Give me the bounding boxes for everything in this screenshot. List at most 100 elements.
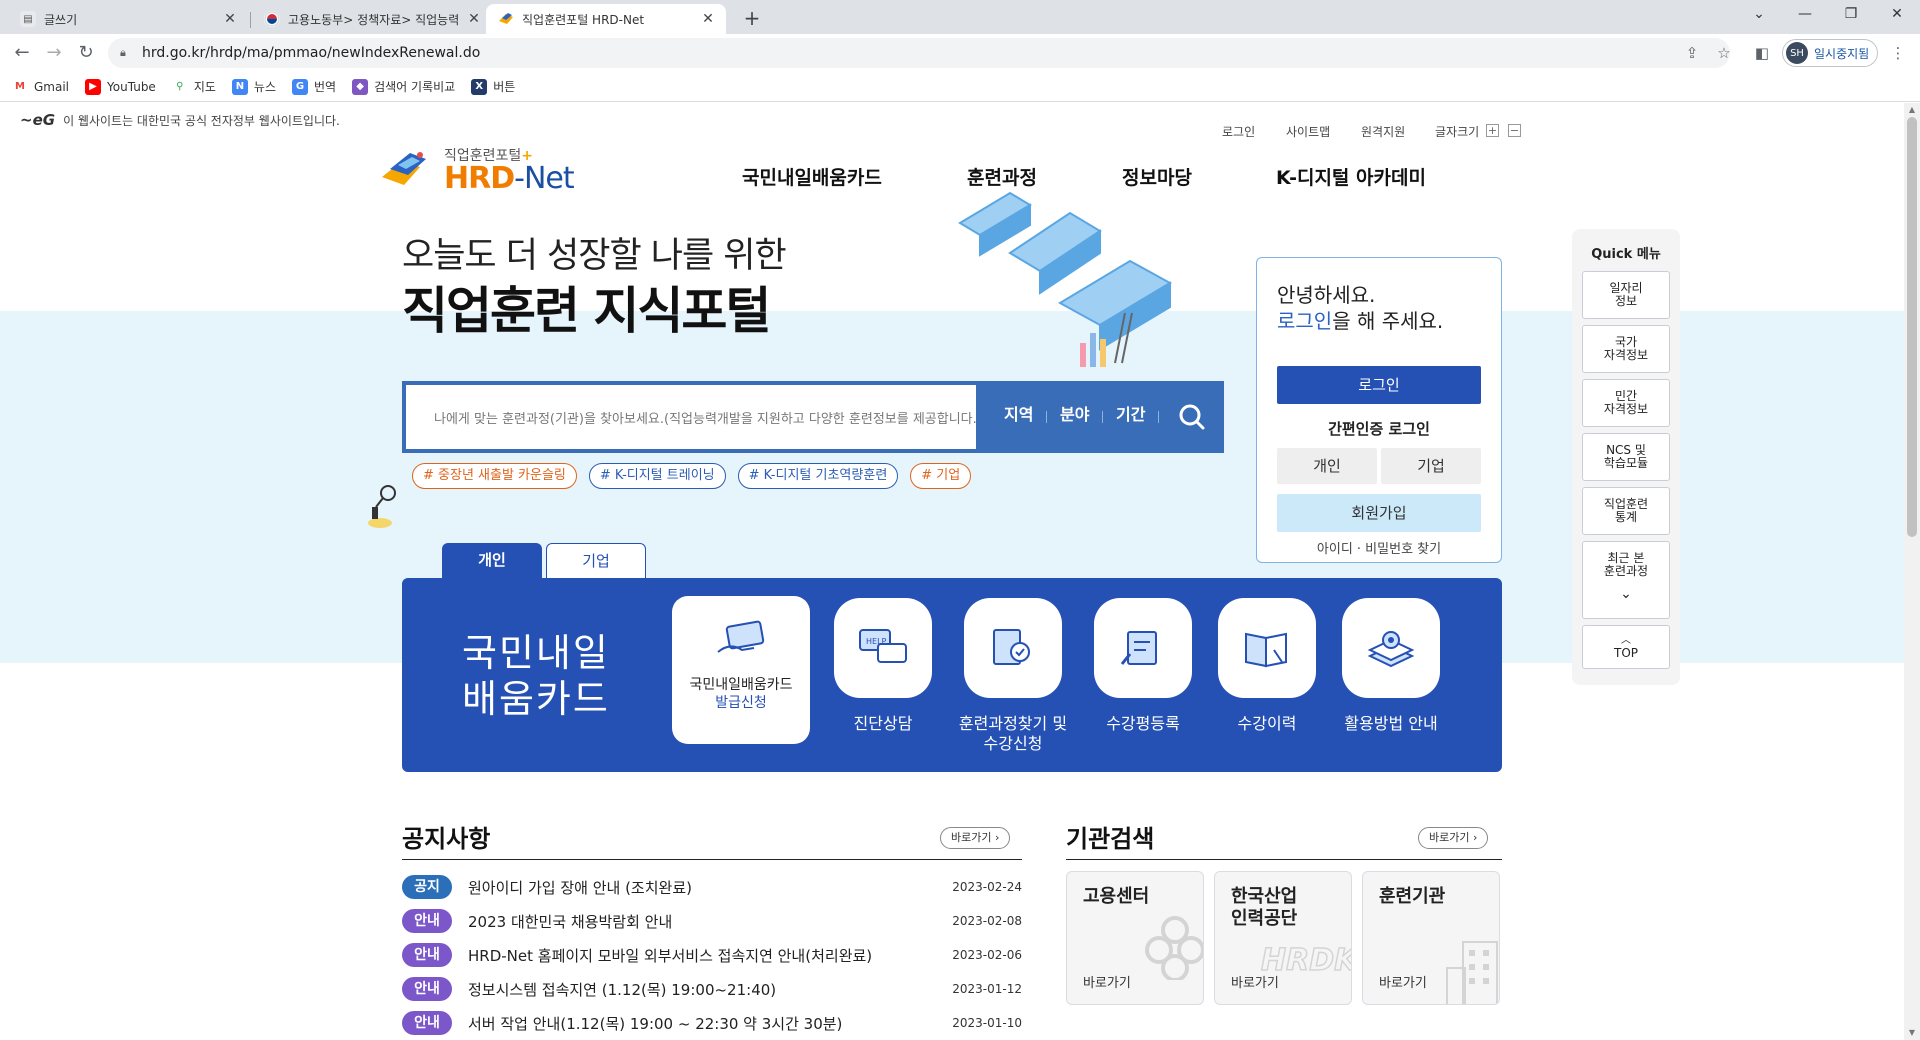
- notice-text: 정보시스템 접속지연 (1.12(목) 19:00~21:40): [468, 980, 777, 999]
- quick-training-stats[interactable]: 직업훈련 통계: [1582, 487, 1670, 535]
- quick-job-info[interactable]: 일자리 정보: [1582, 271, 1670, 319]
- search-input[interactable]: 나에게 맞는 훈련과정(기관)을 찾아보세요.(직업능력개발을 지원하고 다양한…: [406, 385, 976, 449]
- scroll-up-icon[interactable]: ▲: [1904, 103, 1920, 117]
- bookmark-gmail[interactable]: M Gmail: [12, 78, 69, 95]
- translate-icon: G: [292, 78, 308, 95]
- chevron-right-icon: ›: [994, 831, 1000, 844]
- join-button[interactable]: 회원가입: [1277, 494, 1481, 532]
- notice-badge: 안내: [402, 909, 452, 933]
- notice-date: 2023-01-12: [952, 982, 1022, 996]
- hashtag-item[interactable]: # 중장년 새출발 카운슬링: [412, 463, 577, 489]
- login-link[interactable]: 로그인: [1277, 309, 1332, 333]
- share-icon[interactable]: ⇪: [1682, 43, 1702, 63]
- quick-ncs-module[interactable]: NCS 및 학습모듈: [1582, 433, 1670, 481]
- quick-menu: Quick 메뉴 일자리 정보 국가 자격정보 민간 자격정보 NCS 및 학습…: [1572, 229, 1680, 685]
- close-icon[interactable]: ✕: [222, 11, 238, 27]
- close-icon[interactable]: ✕: [466, 11, 482, 27]
- scroll-down-icon[interactable]: ▼: [1904, 1026, 1920, 1040]
- org-name: 고용센터: [1083, 886, 1150, 907]
- service-consult-button[interactable]: HELP: [834, 598, 932, 698]
- search-region-chip[interactable]: 지역: [1004, 401, 1033, 425]
- card-issue-button[interactable]: 국민내일배움카드 발급신청: [672, 596, 810, 744]
- scroll-thumb[interactable]: [1907, 117, 1917, 537]
- tab-blog[interactable]: ▤ 글쓰기 ✕: [8, 4, 248, 34]
- notice-row[interactable]: 안내 서버 작업 안내(1.12(목) 19:00 ~ 22:30 약 3시간 …: [402, 1011, 1022, 1035]
- profile-button[interactable]: SH 일시중지됨: [1782, 39, 1878, 67]
- window-close-icon[interactable]: ✕: [1874, 0, 1920, 30]
- open-book-icon: [1245, 632, 1287, 668]
- bookmark-search-compare[interactable]: ◆ 검색어 기록비교: [352, 78, 455, 95]
- org-search-more-button[interactable]: 바로가기 ›: [1418, 827, 1489, 849]
- bookmark-star-icon[interactable]: ☆: [1714, 43, 1734, 63]
- notice-row[interactable]: 안내 2023 대한민국 채용박람회 안내 2023-02-08: [402, 909, 1022, 933]
- side-panel-icon[interactable]: ◧: [1752, 43, 1772, 63]
- restore-icon[interactable]: ❐: [1828, 0, 1874, 30]
- naeil-card-panel: 국민내일 배움카드 국민내일배움카드 발급신청 HELP 진단상담 훈련과정찾기…: [402, 578, 1502, 772]
- new-tab-button[interactable]: +: [738, 6, 766, 30]
- gnb-naeil-card[interactable]: 국민내일배움카드: [742, 163, 882, 190]
- tab-search-icon[interactable]: ⌄: [1736, 0, 1782, 30]
- hashtag-item[interactable]: # K-디지털 기초역량훈련: [737, 463, 899, 489]
- tab-personal[interactable]: 개인: [442, 543, 542, 580]
- minimize-icon[interactable]: —: [1782, 0, 1828, 30]
- hashtag-item[interactable]: # 기업: [910, 463, 972, 489]
- tab-moel[interactable]: 고용노동부> 정책자료> 직업능력 ✕: [252, 4, 492, 34]
- bookmark-button[interactable]: X 버튼: [471, 78, 515, 95]
- org-training-institute-card[interactable]: 훈련기관 바로가기: [1362, 871, 1500, 1005]
- font-increase-button[interactable]: +: [1486, 124, 1499, 137]
- search-field-chip[interactable]: 분야: [1060, 401, 1089, 425]
- gmail-icon: M: [12, 78, 28, 95]
- service-course-search-button[interactable]: [964, 598, 1062, 698]
- service-guide-label: 활용방법 안내: [1344, 714, 1438, 733]
- close-icon[interactable]: ✕: [700, 11, 716, 27]
- font-decrease-button[interactable]: −: [1508, 124, 1521, 137]
- util-remote-support-link[interactable]: 원격지원: [1361, 123, 1405, 140]
- search-period-chip[interactable]: 기간: [1116, 401, 1145, 425]
- chevron-down-icon: ⌄: [1620, 586, 1632, 602]
- bookmark-maps[interactable]: ⚲ 지도: [171, 78, 216, 95]
- hrd-logo-mark-icon: [382, 152, 426, 185]
- service-history-button[interactable]: [1218, 598, 1316, 698]
- org-go-link: 바로가기: [1083, 976, 1131, 991]
- menu-kebab-icon[interactable]: ⋮: [1888, 43, 1908, 63]
- bookmark-news[interactable]: N 뉴스: [231, 78, 276, 95]
- org-hrdkorea-card[interactable]: 한국산업 인력공단 HRDK 바로가기: [1214, 871, 1352, 1005]
- bookmarks-bar: M Gmail ▶ YouTube ⚲ 지도 N 뉴스 G 번역 ◆ 검색어 기록비교 X버…: [0, 72, 1920, 102]
- search-icon[interactable]: [1170, 395, 1214, 439]
- tab-company[interactable]: 기업: [546, 543, 646, 580]
- gnb-k-digital[interactable]: K-디지털 아카데미: [1276, 163, 1426, 190]
- quick-national-cert[interactable]: 국가 자격정보: [1582, 325, 1670, 373]
- hashtag-item[interactable]: # K-디지털 트레이닝: [588, 463, 726, 489]
- page-scrollbar[interactable]: ▲ ▼: [1904, 103, 1920, 1040]
- quick-private-cert[interactable]: 민간 자격정보: [1582, 379, 1670, 427]
- back-icon[interactable]: ←: [8, 41, 36, 65]
- org-go-link: 바로가기: [1231, 976, 1279, 991]
- service-review-button[interactable]: [1094, 598, 1192, 698]
- login-panel: 안녕하세요. 로그인을 해 주세요. 로그인 간편인증 로그인 개인 기업 회원…: [1256, 257, 1502, 563]
- tab-title: 직업훈련포털 HRD-Net: [522, 12, 645, 27]
- notice-text: 2023 대한민국 채용박람회 안내: [468, 912, 673, 931]
- easy-login-company-button[interactable]: 기업: [1381, 448, 1481, 484]
- find-account-link[interactable]: 아이디 · 비밀번호 찾기: [1257, 538, 1501, 557]
- notice-row[interactable]: 안내 정보시스템 접속지연 (1.12(목) 19:00~21:40) 2023…: [402, 977, 1022, 1001]
- notice-more-button[interactable]: 바로가기 ›: [940, 827, 1011, 849]
- hrd-3d-illustration-icon: [958, 191, 1173, 367]
- bookmark-youtube[interactable]: ▶ YouTube: [85, 78, 156, 95]
- hrd-net-logo[interactable]: 직업훈련포털+ HRD-Net: [380, 139, 580, 199]
- notice-row[interactable]: 공지 원아이디 가입 장애 안내 (조치완료) 2023-02-24: [402, 875, 1022, 899]
- notice-date: 2023-02-24: [952, 880, 1022, 894]
- service-guide-button[interactable]: [1342, 598, 1440, 698]
- bookmark-translate[interactable]: G 번역: [292, 78, 336, 95]
- forward-icon[interactable]: →: [40, 41, 68, 65]
- tab-hrd[interactable]: 직업훈련포털 HRD-Net ✕: [486, 4, 726, 34]
- org-employment-center-card[interactable]: 고용센터 바로가기: [1066, 871, 1204, 1005]
- reload-icon[interactable]: ↻: [72, 41, 100, 65]
- util-sitemap-link[interactable]: 사이트맵: [1286, 123, 1330, 140]
- login-button[interactable]: 로그인: [1277, 366, 1481, 404]
- easy-login-personal-button[interactable]: 개인: [1277, 448, 1377, 484]
- quick-recent-course[interactable]: 최근 본 훈련과정 ⌄: [1582, 541, 1670, 619]
- url-field[interactable]: 🔒︎ hrd.go.kr/hrdp/ma/pmmao/newIndexRenew…: [108, 38, 1730, 68]
- notice-row[interactable]: 안내 HRD-Net 홈페이지 모바일 외부서비스 접속지연 안내(처리완료) …: [402, 943, 1022, 967]
- util-login-link[interactable]: 로그인: [1222, 123, 1255, 140]
- quick-top-button[interactable]: ︿ TOP: [1582, 625, 1670, 669]
